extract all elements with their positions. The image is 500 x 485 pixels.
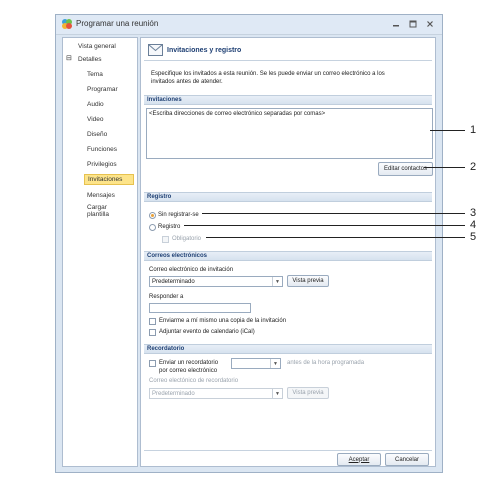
footer-divider: [144, 450, 432, 451]
callout-line-2: [424, 167, 465, 168]
cancel-button[interactable]: Cancelar: [385, 453, 429, 466]
edit-contacts-button[interactable]: Editar contactos: [378, 162, 433, 176]
minimize-button[interactable]: [390, 18, 402, 30]
section-title: Recordatorio: [147, 346, 185, 352]
registration-radio[interactable]: [149, 224, 156, 231]
required-checkbox[interactable]: [162, 236, 169, 243]
envelope-icon: [148, 44, 163, 56]
nav-item-vista-general[interactable]: Vista general: [78, 43, 116, 50]
intro-text-line-1: Especifique los invitados a esta reunión…: [151, 71, 385, 77]
reply-to-label: Responder a: [149, 294, 184, 300]
accept-button[interactable]: Aceptar: [337, 453, 381, 466]
nav-item-mensajes[interactable]: Mensajes: [87, 192, 115, 199]
section-header-recordatorio: Recordatorio: [144, 344, 432, 354]
nav-item-privilegios[interactable]: Privilegios: [87, 161, 117, 168]
nav-item-invitaciones[interactable]: Invitaciones: [84, 174, 134, 185]
nav-item-cargar-plantilla[interactable]: Cargar plantilla: [87, 204, 127, 218]
section-header-registro: Registro: [144, 192, 432, 202]
callout-line-1: [430, 130, 465, 131]
reminder-time-dropdown[interactable]: ▼: [231, 358, 281, 369]
section-title: Invitaciones: [147, 97, 182, 103]
chevron-down-icon: ▼: [270, 359, 280, 368]
nav-item-tema[interactable]: Tema: [87, 71, 103, 78]
reminder-email-value: Predeterminado: [152, 391, 195, 397]
invitation-email-value: Predeterminado: [152, 279, 195, 285]
section-header-invitaciones: Invitaciones: [144, 95, 432, 105]
reminder-preview-button[interactable]: Vista previa: [287, 387, 329, 399]
section-header-correos: Correos electrónicos: [144, 251, 432, 261]
reply-to-input[interactable]: [149, 303, 251, 313]
send-reminder-label-2: por correo electrónico: [159, 368, 218, 374]
no-registration-label: Sin registrar-se: [158, 212, 199, 218]
reminder-email-dropdown[interactable]: Predeterminado ▼: [149, 388, 283, 399]
nav-item-funciones[interactable]: Funciones: [87, 146, 117, 153]
section-title: Registro: [147, 194, 172, 200]
send-reminder-label-1: Enviar un recordatorio: [159, 360, 219, 366]
required-label: Obligatorio: [172, 236, 202, 242]
nav-item-detalles[interactable]: Detalles: [78, 56, 101, 63]
maximize-button[interactable]: [407, 18, 419, 30]
attach-ical-checkbox[interactable]: [149, 329, 156, 336]
minimize-icon: [393, 25, 399, 27]
callout-number-3: 3: [470, 207, 477, 219]
close-icon: [427, 21, 433, 27]
invitation-preview-button[interactable]: Vista previa: [287, 275, 329, 287]
main-pane: Invitaciones y registro Especifique los …: [140, 37, 436, 467]
intro-text-line-2: invitados antes de atender.: [151, 79, 223, 85]
callout-number-4: 4: [470, 219, 477, 231]
header-divider: [144, 60, 432, 61]
callout-number-1: 1: [470, 124, 477, 136]
chevron-down-icon: ▼: [272, 389, 282, 398]
nav-pane: Vista general ⊟ Detalles Tema Programar …: [62, 37, 138, 467]
send-copy-checkbox[interactable]: [149, 318, 156, 325]
no-registration-radio[interactable]: [149, 212, 156, 219]
page-title: Invitaciones y registro: [167, 47, 242, 54]
nav-item-audio[interactable]: Audio: [87, 101, 104, 108]
chevron-down-icon: ▼: [272, 277, 282, 286]
invitees-email-input[interactable]: <Escriba direcciones de correo electróni…: [146, 108, 433, 159]
webex-app-icon: [62, 19, 72, 29]
callout-number-5: 5: [470, 231, 477, 243]
nav-item-diseno[interactable]: Diseño: [87, 131, 107, 138]
reminder-email-label: Correo electónico de recordatorio: [149, 378, 239, 384]
registration-label: Registro: [158, 224, 181, 230]
nav-item-programar[interactable]: Programar: [87, 86, 118, 93]
title-bar: Programar una reunión: [56, 15, 442, 35]
reminder-suffix-label: antes de la hora programada: [287, 360, 365, 366]
send-reminder-checkbox[interactable]: [149, 360, 156, 367]
callout-number-2: 2: [470, 161, 477, 173]
maximize-icon: [409, 20, 417, 28]
nav-item-video[interactable]: Video: [87, 116, 104, 123]
section-title: Correos electrónicos: [147, 253, 208, 259]
window-title: Programar una reunión: [76, 19, 159, 28]
invitees-placeholder: <Escriba direcciones de correo electróni…: [149, 111, 326, 117]
callout-line-4: [184, 225, 465, 226]
invitation-email-dropdown[interactable]: Predeterminado ▼: [149, 276, 283, 287]
callout-line-5: [206, 237, 465, 238]
collapse-icon[interactable]: ⊟: [66, 55, 72, 62]
callout-line-3: [202, 213, 465, 214]
schedule-meeting-dialog: Programar una reunión Vista general ⊟ De…: [55, 14, 443, 473]
close-button[interactable]: [424, 18, 436, 30]
invitation-email-label: Correo electrónico de invitación: [149, 267, 234, 273]
send-copy-label: Enviarme a mí mismo una copia de la invi…: [159, 318, 287, 324]
attach-ical-label: Adjuntar evento de calendario (iCal): [159, 329, 255, 335]
